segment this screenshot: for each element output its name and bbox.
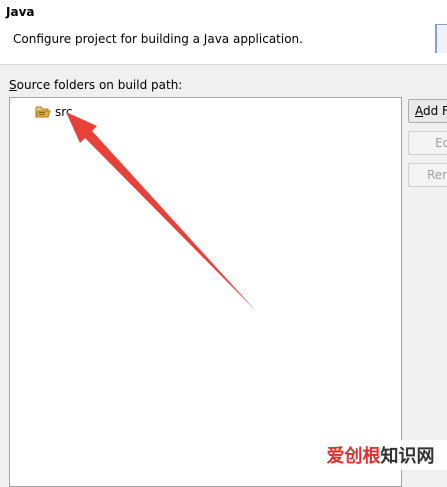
wizard-header: Java Configure project for building a Ja… bbox=[0, 0, 447, 65]
source-folders-label: Source folders on build path: bbox=[9, 78, 182, 92]
wizard-banner-icon bbox=[435, 24, 447, 53]
add-folder-button-text: dd F bbox=[423, 104, 447, 118]
watermark: 爱创根 知识网 bbox=[314, 440, 447, 470]
source-folders-label-mnemonic: S bbox=[9, 78, 17, 92]
watermark-dark-text: 知识网 bbox=[380, 446, 435, 467]
page-description: Configure project for building a Java ap… bbox=[13, 32, 303, 46]
source-folders-tree[interactable]: src bbox=[9, 97, 402, 487]
watermark-red-text: 爱创根 bbox=[326, 446, 381, 467]
page-title: Java bbox=[6, 5, 35, 19]
add-folder-button[interactable]: Add F bbox=[408, 99, 447, 123]
add-folder-button-mnemonic: A bbox=[415, 104, 423, 118]
edit-button[interactable]: Ed bbox=[408, 131, 447, 155]
source-folder-icon bbox=[35, 106, 51, 118]
remove-button[interactable]: Ren bbox=[408, 163, 447, 187]
tree-item-src[interactable]: src bbox=[35, 104, 73, 120]
tree-item-label: src bbox=[55, 105, 73, 119]
source-folders-label-text: ource folders on build path: bbox=[16, 78, 183, 92]
